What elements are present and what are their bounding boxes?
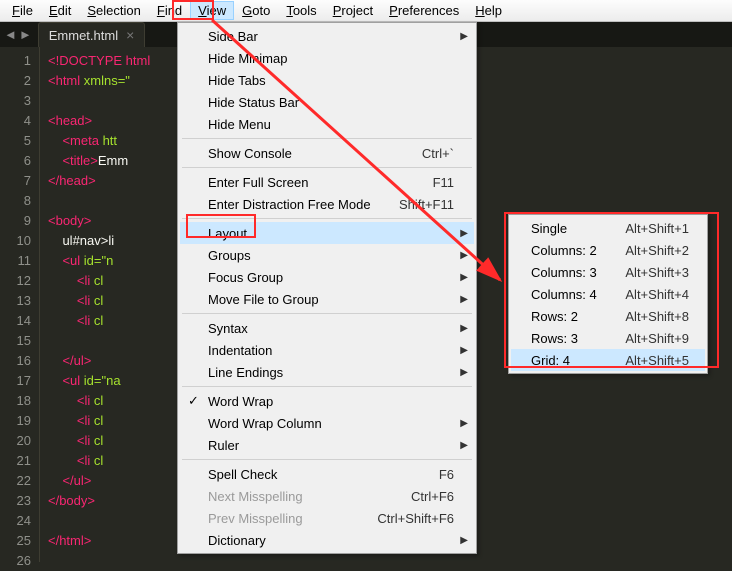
submenu-arrow-icon: ▶ [460,272,468,283]
close-icon[interactable]: × [126,27,134,43]
menu-find[interactable]: Find [149,1,190,20]
submenu-arrow-icon: ▶ [460,367,468,378]
back-icon[interactable]: ◄ [4,27,17,42]
submenu-arrow-icon: ▶ [460,323,468,334]
submenu-arrow-icon: ▶ [460,418,468,429]
menu-edit[interactable]: Edit [41,1,79,20]
check-icon: ✓ [188,393,199,409]
menu-item-groups[interactable]: Groups▶ [180,244,474,266]
submenu-arrow-icon: ▶ [460,345,468,356]
menu-item-word-wrap-column[interactable]: Word Wrap Column▶ [180,412,474,434]
layout-submenu: SingleAlt+Shift+1Columns: 2Alt+Shift+2Co… [508,214,708,374]
menu-item-hide-minimap[interactable]: Hide Minimap [180,47,474,69]
submenu-item-columns-2[interactable]: Columns: 2Alt+Shift+2 [511,239,705,261]
submenu-arrow-icon: ▶ [460,535,468,546]
menu-item-line-endings[interactable]: Line Endings▶ [180,361,474,383]
menu-item-focus-group[interactable]: Focus Group▶ [180,266,474,288]
file-tab[interactable]: Emmet.html × [38,22,146,47]
submenu-item-grid-4[interactable]: Grid: 4Alt+Shift+5 [511,349,705,371]
menu-item-spell-check[interactable]: Spell CheckF6 [180,463,474,485]
forward-icon[interactable]: ► [19,27,32,42]
submenu-arrow-icon: ▶ [460,294,468,305]
submenu-arrow-icon: ▶ [460,31,468,42]
menu-item-layout[interactable]: Layout▶ [180,222,474,244]
menu-item-side-bar[interactable]: Side Bar▶ [180,25,474,47]
submenu-arrow-icon: ▶ [460,250,468,261]
submenu-arrow-icon: ▶ [460,440,468,451]
menu-preferences[interactable]: Preferences [381,1,467,20]
menu-item-word-wrap[interactable]: ✓Word Wrap [180,390,474,412]
menu-item-enter-distraction-free-mode[interactable]: Enter Distraction Free ModeShift+F11 [180,193,474,215]
nav-arrows[interactable]: ◄ ► [4,27,32,42]
menubar: FileEditSelectionFindViewGotoToolsProjec… [0,0,732,22]
menu-item-prev-misspelling: Prev MisspellingCtrl+Shift+F6 [180,507,474,529]
menu-item-syntax[interactable]: Syntax▶ [180,317,474,339]
menu-item-enter-full-screen[interactable]: Enter Full ScreenF11 [180,171,474,193]
menu-item-hide-status-bar[interactable]: Hide Status Bar [180,91,474,113]
menu-item-next-misspelling: Next MisspellingCtrl+F6 [180,485,474,507]
submenu-item-columns-4[interactable]: Columns: 4Alt+Shift+4 [511,283,705,305]
menu-view[interactable]: View [190,1,234,20]
menu-help[interactable]: Help [467,1,510,20]
menu-item-hide-menu[interactable]: Hide Menu [180,113,474,135]
gutter: 1234567891011121314151617181920212223242… [0,47,40,562]
submenu-arrow-icon: ▶ [460,228,468,239]
menu-item-hide-tabs[interactable]: Hide Tabs [180,69,474,91]
submenu-item-single[interactable]: SingleAlt+Shift+1 [511,217,705,239]
submenu-item-rows-3[interactable]: Rows: 3Alt+Shift+9 [511,327,705,349]
menu-item-indentation[interactable]: Indentation▶ [180,339,474,361]
tab-label: Emmet.html [49,28,118,43]
menu-file[interactable]: File [4,1,41,20]
menu-item-dictionary[interactable]: Dictionary▶ [180,529,474,551]
submenu-item-rows-2[interactable]: Rows: 2Alt+Shift+8 [511,305,705,327]
view-menu: Side Bar▶Hide MinimapHide TabsHide Statu… [177,22,477,554]
menu-project[interactable]: Project [325,1,381,20]
menu-selection[interactable]: Selection [79,1,148,20]
menu-tools[interactable]: Tools [278,1,324,20]
menu-goto[interactable]: Goto [234,1,278,20]
menu-item-ruler[interactable]: Ruler▶ [180,434,474,456]
submenu-item-columns-3[interactable]: Columns: 3Alt+Shift+3 [511,261,705,283]
menu-item-show-console[interactable]: Show ConsoleCtrl+` [180,142,474,164]
menu-item-move-file-to-group[interactable]: Move File to Group▶ [180,288,474,310]
